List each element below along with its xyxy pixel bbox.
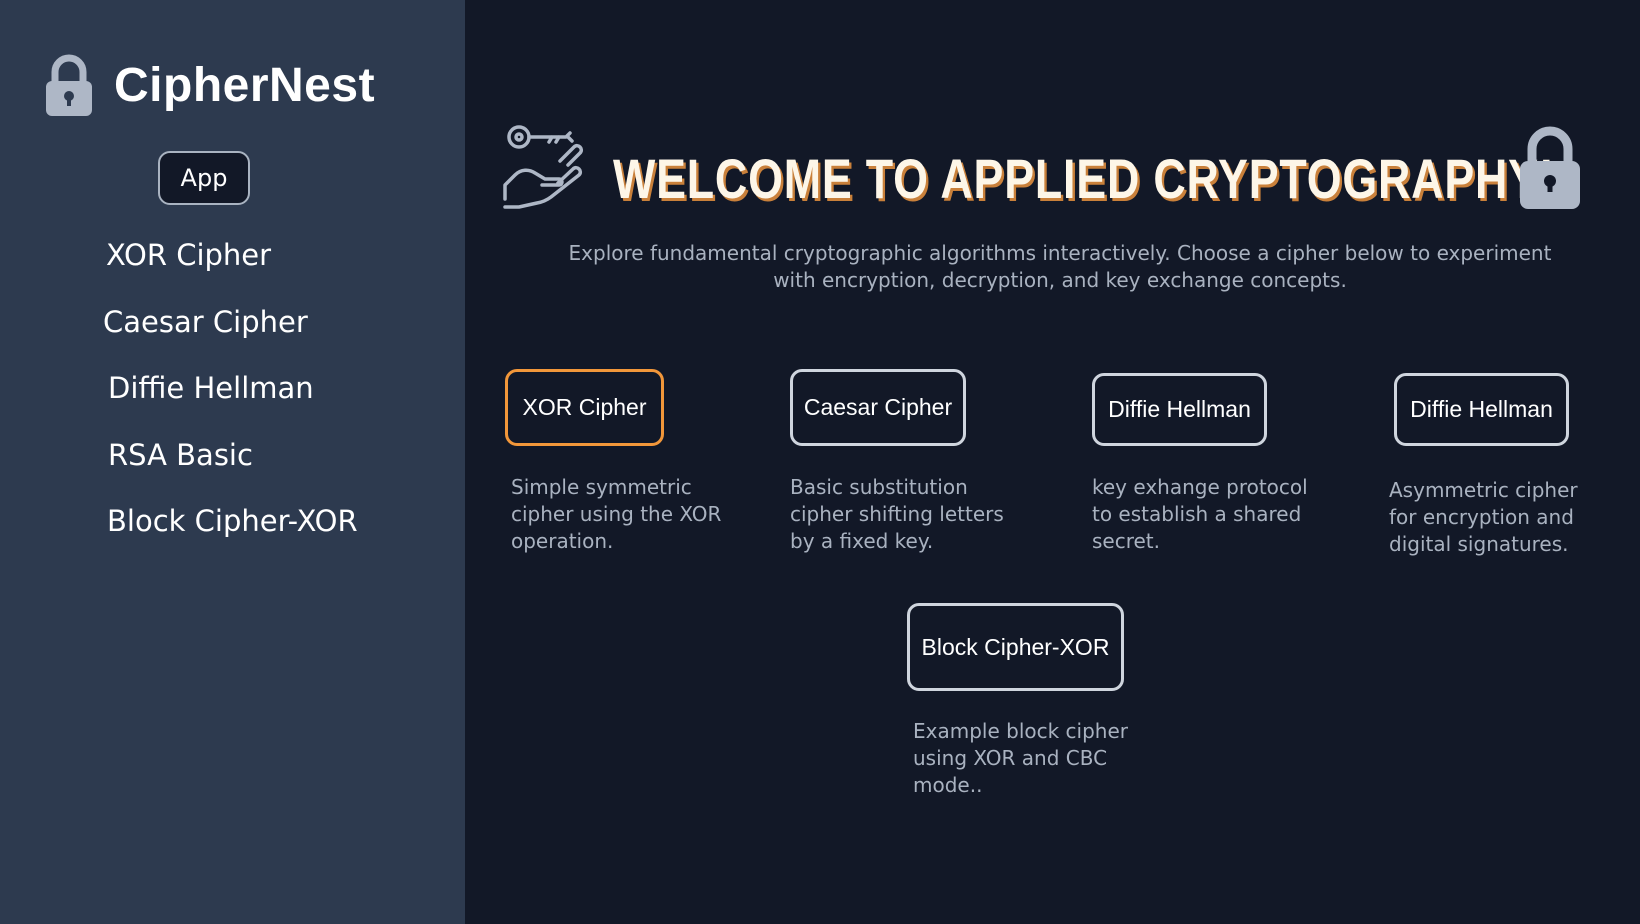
sidebar-item-rsa-basic[interactable]: RSA Basic — [108, 438, 253, 472]
lock-icon — [46, 54, 92, 116]
lock-icon — [1520, 126, 1580, 209]
key-hand-icon — [503, 125, 584, 209]
card-description: Asymmetric cipher for encryption and dig… — [1389, 478, 1578, 556]
brand-name: CipherNest — [114, 59, 376, 112]
card-button-xor-cipher[interactable]: XOR Cipher — [505, 369, 664, 446]
app-button[interactable]: App — [158, 151, 250, 205]
card-description: Basic substitution cipher shifting lette… — [790, 475, 1004, 553]
card-button-block-cipher-xor[interactable]: Block Cipher-XOR — [907, 603, 1124, 691]
sidebar-item-xor-cipher[interactable]: XOR Cipher — [106, 238, 271, 272]
card-description: key exhange protocol to establish a shar… — [1092, 475, 1308, 553]
page-subtitle: Explore fundamental cryptographic algori… — [568, 241, 1552, 292]
sidebar-item-block-cipher-xor[interactable]: Block Cipher-XOR — [107, 504, 358, 538]
card-button-caesar-cipher[interactable]: Caesar Cipher — [790, 369, 966, 446]
sidebar-item-diffie-hellman[interactable]: Diffie Hellman — [108, 371, 314, 405]
sidebar-item-caesar-cipher[interactable]: Caesar Cipher — [103, 305, 308, 339]
sidebar: CipherNest App XOR Cipher Caesar Cipher … — [0, 0, 465, 924]
card-description: Example block cipher using XOR and CBC m… — [913, 719, 1128, 797]
card-description: Simple symmetric cipher using the XOR op… — [511, 475, 722, 553]
card-button-diffie-hellman[interactable]: Diffie Hellman — [1092, 373, 1267, 446]
page-title: WELCOME TO APPLIED CRYPTOGRAPHY! — [613, 147, 1555, 210]
card-button-diffie-hellman-2[interactable]: Diffie Hellman — [1394, 373, 1569, 446]
